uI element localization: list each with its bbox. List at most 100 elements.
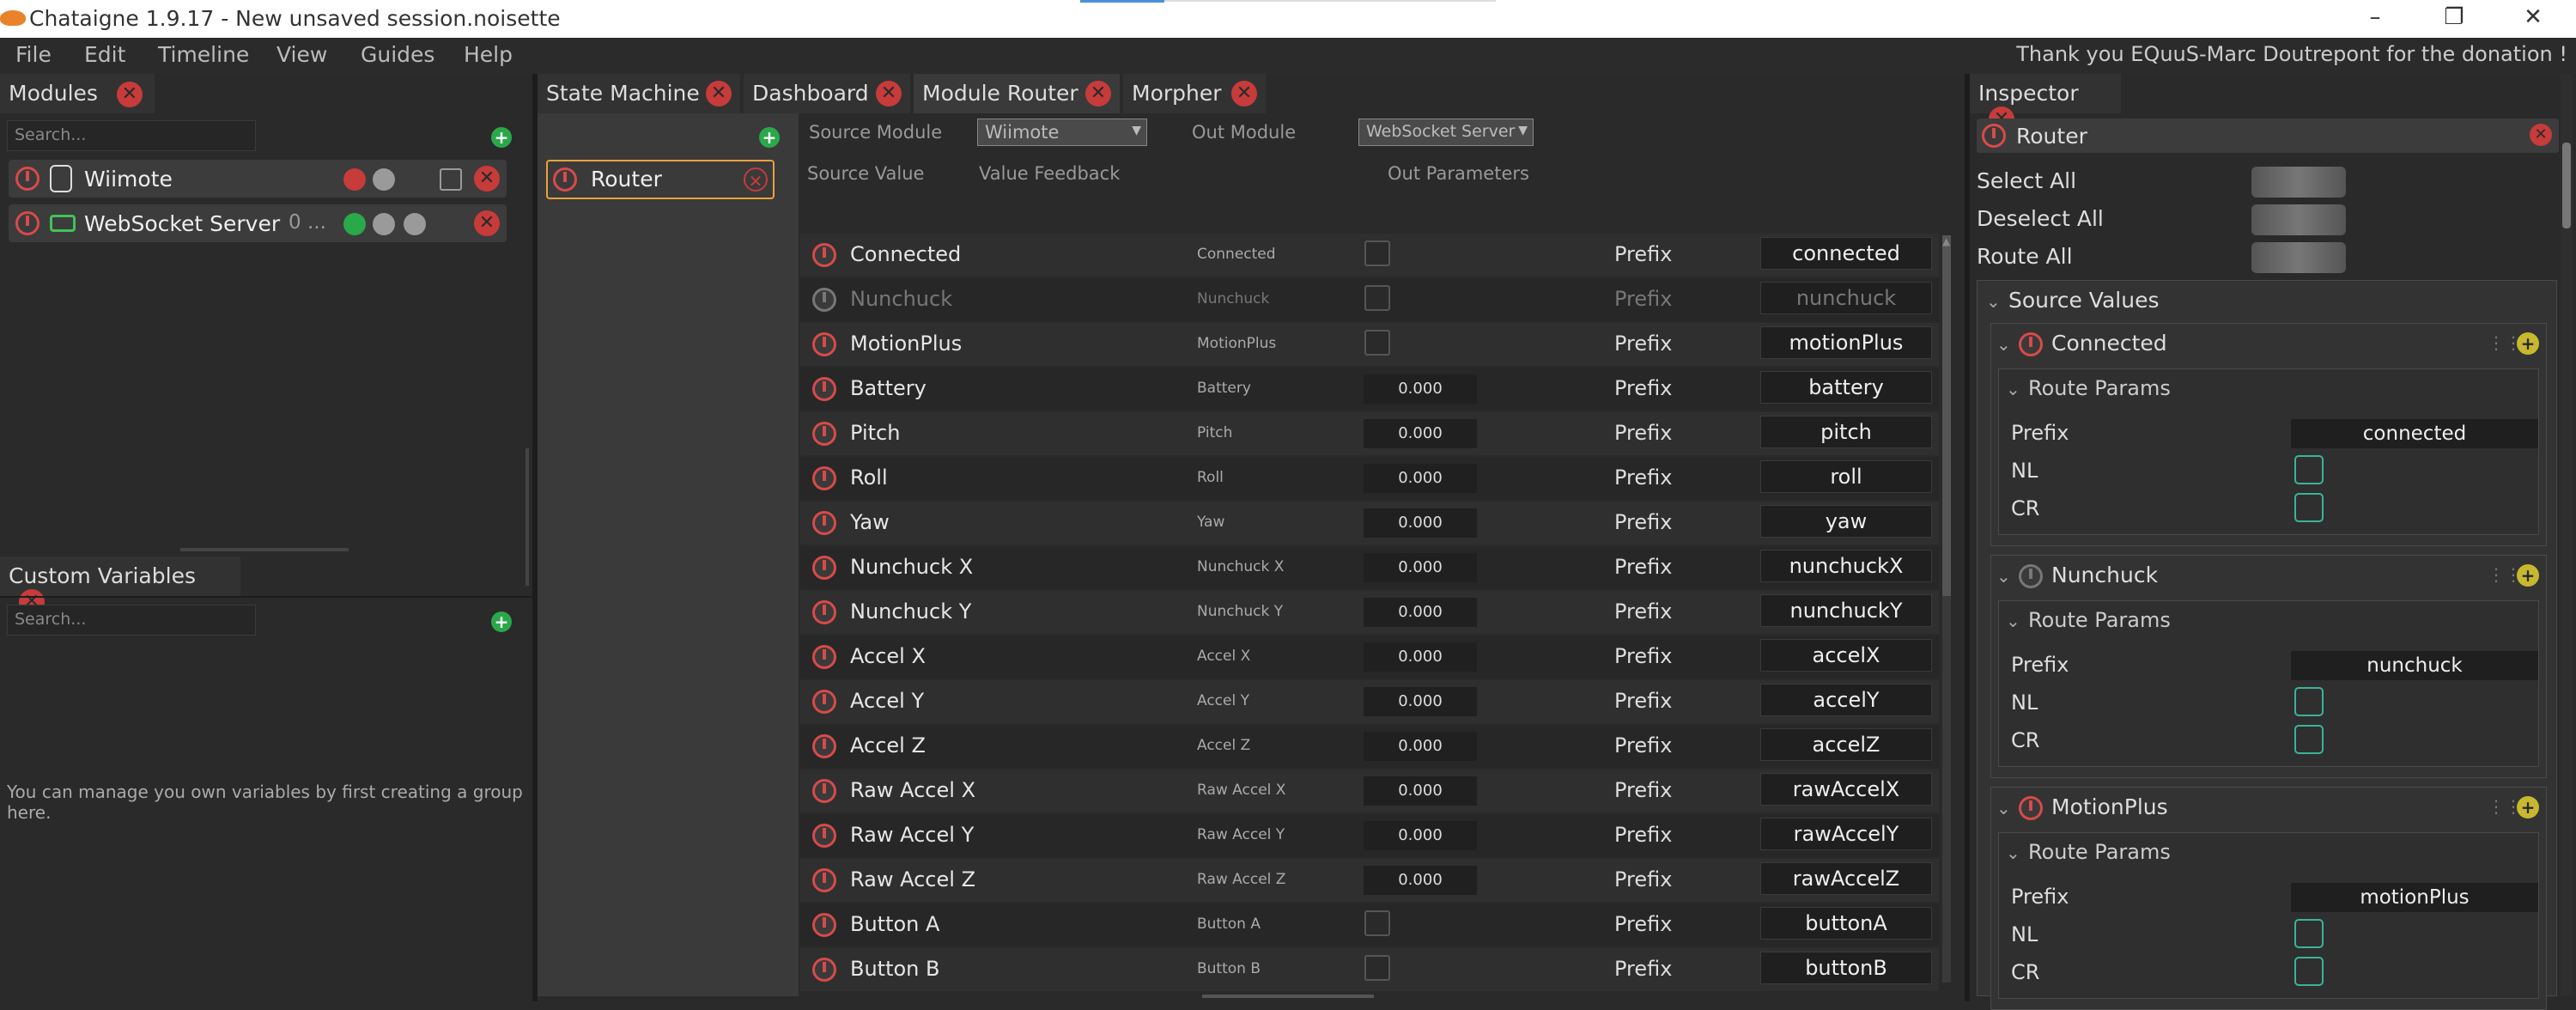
nl-checkbox[interactable] [2294, 919, 2324, 948]
route-row[interactable]: Pitch Pitch 0.000 Prefix pitch [800, 412, 1939, 455]
route-row[interactable]: Accel Z Accel Z 0.000 Prefix accelZ [800, 725, 1939, 768]
prefix-input[interactable]: connected [1760, 237, 1932, 270]
add-icon[interactable]: + [2517, 332, 2539, 355]
power-icon[interactable] [2019, 796, 2043, 820]
prefix-input[interactable]: nunchuckX [1760, 550, 1932, 582]
value-feedback-checkbox[interactable] [1364, 910, 1390, 936]
source-module-select[interactable]: Wiimote ▼ [977, 119, 1147, 146]
horizontal-scrollbar[interactable] [1202, 995, 1374, 998]
power-icon[interactable] [2019, 564, 2043, 588]
remove-module-icon[interactable]: ✕ [474, 210, 500, 236]
close-icon[interactable]: ✕ [2530, 124, 2552, 146]
prefix-input[interactable]: pitch [1760, 416, 1932, 448]
menu-file[interactable]: File [15, 42, 52, 67]
inspector-scrollbar[interactable] [2561, 74, 2573, 996]
cr-checkbox[interactable] [2294, 493, 2324, 522]
close-tab-icon[interactable]: ✕ [1085, 81, 1111, 106]
route-row[interactable]: Yaw Yaw 0.000 Prefix yaw [800, 502, 1939, 545]
close-tab-icon[interactable]: ✕ [876, 81, 902, 106]
route-row[interactable]: Button B Button B Prefix buttonB [800, 948, 1939, 991]
route-all-button[interactable] [2251, 242, 2346, 273]
close-tab-icon[interactable]: ✕ [1231, 81, 1257, 106]
route-row[interactable]: Connected Connected Prefix connected [800, 234, 1939, 277]
route-row[interactable]: Raw Accel X Raw Accel X 0.000 Prefix rawAcce… [800, 770, 1939, 812]
menu-timeline[interactable]: Timeline [158, 42, 249, 67]
power-icon[interactable] [812, 779, 836, 803]
source-values-header[interactable]: ⌄ Source Values [1986, 288, 2160, 313]
route-row[interactable]: MotionPlus MotionPlus Prefix motionPlus [800, 323, 1939, 366]
prefix-input[interactable]: nunchuckY [1760, 594, 1932, 627]
close-modules-tab-icon[interactable]: ✕ [116, 82, 143, 107]
power-icon[interactable] [15, 211, 39, 235]
value-feedback-checkbox[interactable] [1364, 955, 1390, 981]
power-icon[interactable] [15, 167, 39, 191]
value-feedback-checkbox[interactable] [1364, 330, 1390, 356]
scrollbar[interactable] [1942, 235, 1951, 983]
menu-help[interactable]: Help [464, 42, 513, 67]
router-item[interactable]: Router ✕ [546, 160, 775, 199]
value-feedback-value[interactable]: 0.000 [1364, 732, 1477, 761]
power-icon[interactable] [812, 645, 836, 669]
power-icon[interactable] [812, 377, 836, 401]
route-row[interactable]: Raw Accel Y Raw Accel Y 0.000 Prefix rawAcce… [800, 814, 1939, 857]
group-header[interactable]: ⌄ MotionPlus [1996, 794, 2168, 820]
power-icon[interactable] [812, 243, 836, 267]
module-row-wiimote[interactable]: Wiimote ✕ [9, 160, 507, 198]
module-row-websocket[interactable]: WebSocket Server 0 ... ✕ [9, 204, 507, 242]
power-icon[interactable] [812, 913, 836, 937]
remove-module-icon[interactable]: ✕ [474, 166, 500, 192]
add-variable-group-icon[interactable]: + [491, 611, 512, 632]
add-module-icon[interactable]: + [491, 127, 512, 148]
tab-custom-variables[interactable]: Custom Variables ✕ [0, 557, 240, 615]
route-row[interactable]: Nunchuck Nunchuck Prefix nunchuck [800, 278, 1939, 321]
value-feedback-value[interactable]: 0.000 [1364, 866, 1477, 895]
out-module-select[interactable]: WebSocket Server ▼ [1358, 119, 1534, 146]
route-row[interactable]: Button A Button A Prefix buttonA [800, 904, 1939, 946]
tab-inspector[interactable]: Inspector ✕ [1970, 74, 2121, 132]
tab-state-machine[interactable]: State Machine ✕ [538, 74, 740, 113]
prefix-input[interactable]: roll [1760, 460, 1932, 493]
route-row[interactable]: Accel Y Accel Y 0.000 Prefix accelY [800, 680, 1939, 723]
route-row[interactable]: Nunchuck X Nunchuck X 0.000 Prefix nunchuckX [800, 546, 1939, 589]
prefix-input[interactable]: buttonB [1760, 952, 1932, 984]
scroll-up-icon[interactable]: ▲ [1942, 235, 1951, 247]
value-feedback-value[interactable]: 0.000 [1364, 553, 1477, 582]
prefix-input[interactable]: yaw [1760, 505, 1932, 538]
power-icon[interactable] [812, 958, 836, 982]
module-checkbox[interactable] [440, 168, 462, 191]
tab-modules[interactable]: Modules ✕ [0, 74, 155, 113]
group-header[interactable]: ⌄ Nunchuck [1996, 563, 2158, 588]
value-feedback-checkbox[interactable] [1364, 240, 1390, 266]
route-row[interactable]: Battery Battery 0.000 Prefix battery [800, 368, 1939, 411]
power-icon[interactable] [812, 511, 836, 535]
power-icon[interactable] [812, 422, 836, 446]
scrollbar-thumb[interactable] [1942, 235, 1951, 596]
route-row[interactable]: Roll Roll 0.000 Prefix roll [800, 457, 1939, 500]
route-row[interactable]: Nunchuck Y Nunchuck Y 0.000 Prefix nunchuckY [800, 591, 1939, 634]
value-feedback-value[interactable]: 0.000 [1364, 598, 1477, 627]
prefix-input[interactable]: nunchuck [2291, 651, 2538, 680]
prefix-input[interactable]: battery [1760, 371, 1932, 404]
power-icon[interactable] [812, 556, 836, 580]
add-icon[interactable]: + [2517, 564, 2539, 587]
value-feedback-value[interactable]: 0.000 [1364, 508, 1477, 538]
value-feedback-value[interactable]: 0.000 [1364, 464, 1477, 493]
panel-resize-handle-vertical[interactable] [526, 448, 529, 586]
prefix-input[interactable]: motionPlus [1760, 326, 1932, 359]
scrollbar-thumb[interactable] [2562, 143, 2571, 228]
prefix-input[interactable]: accelZ [1760, 728, 1932, 761]
modules-search-input[interactable]: Search... [7, 120, 256, 151]
tab-dashboard[interactable]: Dashboard ✕ [744, 74, 910, 113]
menu-view[interactable]: View [276, 42, 327, 67]
deselect-all-button[interactable] [2251, 204, 2346, 235]
value-feedback-value[interactable]: 0.000 [1364, 642, 1477, 672]
value-feedback-value[interactable]: 0.000 [1364, 687, 1477, 716]
prefix-input[interactable]: nunchuck [1760, 282, 1932, 314]
route-row[interactable]: Accel X Accel X 0.000 Prefix accelX [800, 636, 1939, 678]
route-params-header[interactable]: ⌄ Route Params [2006, 840, 2171, 864]
minimize-button[interactable]: – [2349, 2, 2401, 33]
menu-edit[interactable]: Edit [84, 42, 125, 67]
prefix-input[interactable]: accelY [1760, 684, 1932, 716]
power-icon[interactable] [812, 332, 836, 356]
value-feedback-checkbox[interactable] [1364, 285, 1390, 311]
